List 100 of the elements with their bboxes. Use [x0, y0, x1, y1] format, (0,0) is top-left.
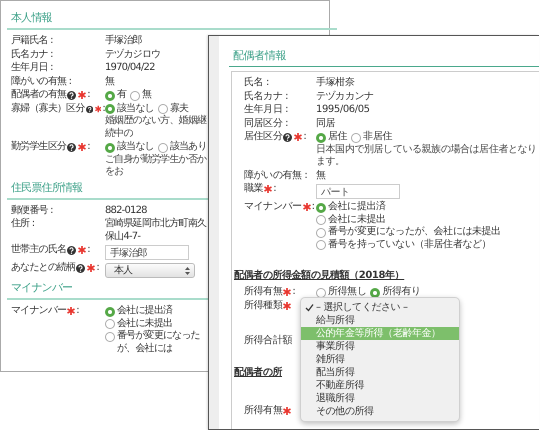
field-label: 戸籍氏名 : [11, 35, 53, 48]
radio-button[interactable] [105, 104, 115, 114]
text-field[interactable]: 手塚治郎 [105, 245, 189, 260]
radio-button[interactable] [370, 288, 380, 298]
field-value: 882-0128 [105, 204, 147, 216]
updown-arrows-icon [185, 266, 190, 274]
field-label: 障がいの有無 : [244, 170, 308, 182]
hint-text: ご自身が勤労学生か否かをお [105, 154, 207, 178]
field-value: テヅカジロウ [105, 48, 160, 60]
menu-item[interactable]: 雑所得 [301, 352, 459, 366]
option-label[interactable]: 居住 [328, 131, 348, 144]
field-value: 1970/04/22 [105, 62, 155, 73]
label-colon: : [292, 286, 296, 298]
field-label: 居住区分 [244, 131, 282, 144]
field-value: 宮崎県延岡市北方町南久保山4-7- [105, 218, 206, 242]
field-label: 氏名カナ : [11, 48, 53, 61]
option-label[interactable]: 所得無し [328, 286, 366, 298]
menu-item[interactable]: 事業所得 [301, 340, 459, 352]
field-value: 同居 [316, 118, 336, 128]
help-icon[interactable] [86, 104, 93, 114]
radio-button[interactable] [316, 240, 326, 250]
radio-button[interactable] [158, 104, 168, 114]
label-colon: : [87, 141, 90, 154]
radio-button[interactable] [316, 132, 326, 142]
label-colon: : [312, 201, 315, 214]
section-heading: マイナンバー [10, 280, 72, 296]
option-label[interactable]: 会社に未提出 [328, 214, 386, 226]
menu-item[interactable]: 給与所得 [301, 314, 459, 326]
label-colon: : [102, 102, 105, 115]
option-label[interactable]: 寡夫 [170, 102, 188, 115]
menu-item[interactable]: 配当所得 [301, 366, 459, 378]
radio-button[interactable] [316, 228, 326, 238]
field-label: 生年月日 : [11, 62, 53, 74]
select-field[interactable]: 本人 [105, 263, 195, 278]
hint-text: 婚姻歴のない方、婚姻継続中の [105, 115, 207, 140]
field-label: 障がいの有無 : [11, 76, 72, 88]
field-value: 手塚治郎 [105, 35, 142, 46]
option-label[interactable]: 番号が変更になったが、会社には未提出 [328, 226, 501, 238]
field-label: 職業 [244, 183, 264, 196]
hint-text: 日本国内で別居している親族の場合は居住者となります。 [316, 144, 538, 168]
radio-button[interactable] [105, 90, 115, 100]
menu-item[interactable]: – 選択してください – [301, 300, 459, 314]
option-label[interactable]: 有 [117, 89, 126, 102]
label-colon: : [303, 131, 306, 144]
menu-item[interactable]: その他の所得 [301, 404, 459, 418]
option-label[interactable]: 非居住 [363, 131, 392, 144]
option-label[interactable]: 番号を持っていない（非居住者など） [328, 238, 492, 251]
menu-item[interactable]: 不動産所得 [301, 378, 459, 392]
option-label[interactable]: 会社に未提出 [117, 318, 172, 330]
radio-button[interactable] [316, 202, 326, 212]
option-label[interactable]: 番号が変更になったが、会社には [117, 330, 207, 355]
radio-button[interactable] [105, 319, 115, 329]
menu-item[interactable]: 退職所得 [301, 392, 459, 404]
radio-button[interactable] [158, 142, 168, 152]
label-colon: : [273, 183, 276, 196]
help-icon[interactable] [283, 133, 292, 142]
help-icon[interactable] [67, 246, 76, 255]
field-label: 世帯主の氏名 [11, 244, 66, 256]
radio-button[interactable] [316, 288, 326, 298]
option-label[interactable]: 該当なし [117, 141, 154, 154]
option-label[interactable]: 該当あり [170, 141, 207, 154]
label-colon: : [76, 305, 79, 318]
text-field[interactable]: パート [316, 184, 400, 199]
radio-button[interactable] [351, 132, 362, 142]
field-label: マイナンバー [244, 201, 302, 214]
option-label[interactable]: 無 [142, 89, 152, 102]
field-label: マイナンバー [11, 305, 66, 318]
section-heading: 配偶者情報 [232, 48, 288, 64]
label-colon: : [96, 262, 99, 274]
radio-button[interactable] [105, 142, 115, 152]
section-heading: 本人情報 [10, 10, 52, 26]
option-label[interactable]: 所得有り [382, 286, 421, 298]
help-icon[interactable] [67, 143, 76, 152]
field-label: 所得有無 [244, 404, 282, 417]
field-label: 氏名カナ : [244, 90, 288, 103]
field-value: 手塚柑奈 [316, 77, 354, 88]
field-label: 生年月日 : [244, 104, 288, 116]
field-label: 氏名 : [244, 77, 269, 90]
help-icon[interactable] [76, 264, 86, 273]
field-label: あなたとの続柄 [11, 262, 76, 274]
field-label: 住所 : [11, 218, 34, 230]
radio-button[interactable] [105, 332, 115, 342]
section-heading: 住民票住所情報 [10, 180, 82, 196]
field-label: 所得合計額 [244, 335, 292, 348]
field-label: 所得有無 [244, 286, 282, 298]
radio-button[interactable] [130, 90, 140, 100]
option-label[interactable]: 会社に提出済 [328, 201, 386, 214]
label-colon: : [87, 244, 90, 256]
section-subheading: 配偶者の所 [234, 366, 282, 378]
help-icon[interactable] [67, 91, 76, 100]
option-label[interactable]: 該当なし [117, 102, 154, 115]
section-subheading: 配偶者の所得金額の見積額（2018年） [234, 268, 404, 282]
field-label: 同居区分 : [244, 118, 288, 130]
label-colon: : [87, 89, 90, 102]
field-label: 寡婦（寡夫）区分 [11, 102, 85, 115]
radio-button[interactable] [316, 215, 326, 225]
radio-button[interactable] [105, 306, 115, 316]
field-value: 1995/06/05 [316, 104, 370, 115]
field-value: 無 [105, 76, 114, 86]
option-label[interactable]: 会社に提出済 [117, 305, 172, 318]
